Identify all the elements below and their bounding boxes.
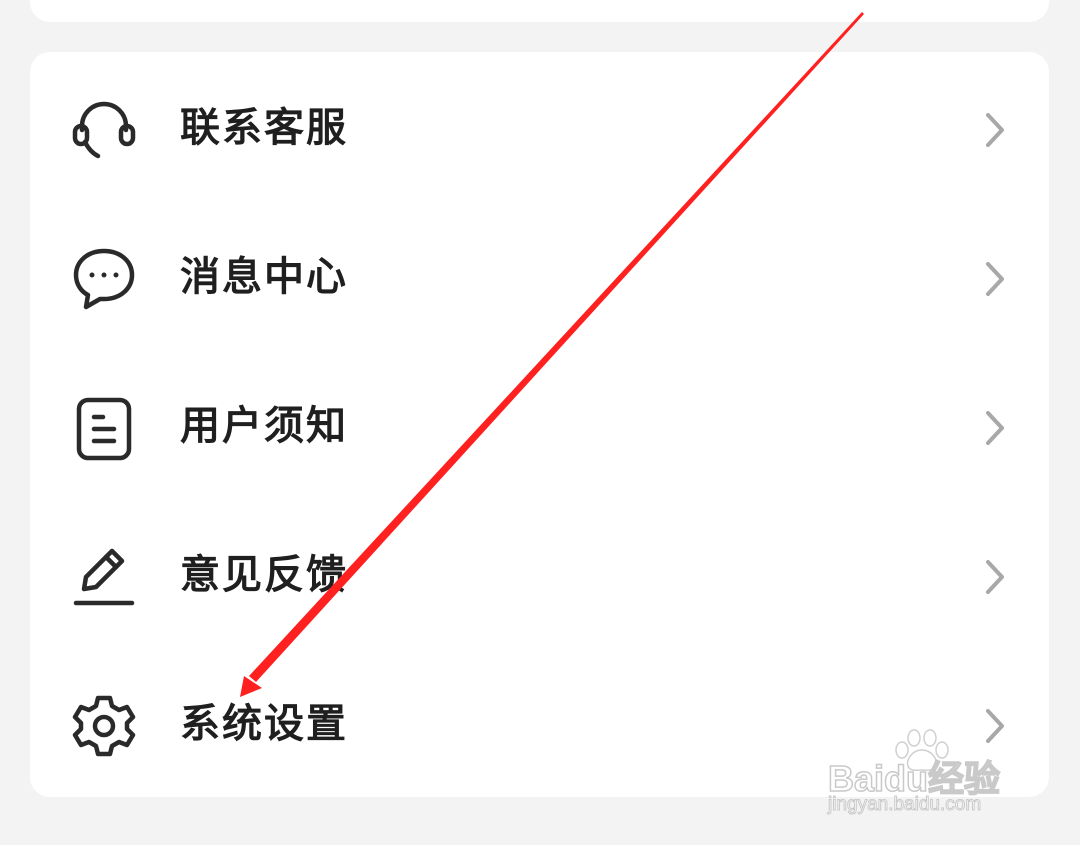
menu-item-label: 系统设置 xyxy=(180,701,348,747)
menu-item-contact-service[interactable]: 联系客服 xyxy=(30,52,1049,201)
menu-item-message-center[interactable]: 消息中心 xyxy=(30,201,1049,350)
menu-item-label: 用户须知 xyxy=(180,403,348,449)
menu-item-label: 消息中心 xyxy=(180,254,348,300)
chevron-right-icon xyxy=(982,408,1008,448)
pencil-icon xyxy=(70,543,138,611)
menu-item-label: 联系客服 xyxy=(180,105,348,151)
menu-card: 联系客服 消息中心 用户须知 意见反馈 系统设置 xyxy=(30,52,1049,797)
watermark-url: jingyan.baidu.com xyxy=(827,794,982,816)
headset-icon xyxy=(70,96,138,164)
menu-item-feedback[interactable]: 意见反馈 xyxy=(30,499,1049,648)
menu-item-system-settings[interactable]: 系统设置 xyxy=(30,648,1049,797)
chevron-right-icon xyxy=(982,110,1008,150)
previous-card xyxy=(30,0,1049,22)
chevron-right-icon xyxy=(982,557,1008,597)
menu-item-user-notice[interactable]: 用户须知 xyxy=(30,350,1049,499)
chat-bubble-icon xyxy=(70,245,138,313)
chevron-right-icon xyxy=(982,706,1008,746)
menu-item-label: 意见反馈 xyxy=(180,552,348,598)
settings-page: 联系客服 消息中心 用户须知 意见反馈 系统设置 Baidu经验 jingyan… xyxy=(0,0,1080,845)
chevron-right-icon xyxy=(982,259,1008,299)
gear-icon xyxy=(70,692,138,760)
document-icon xyxy=(70,394,138,462)
